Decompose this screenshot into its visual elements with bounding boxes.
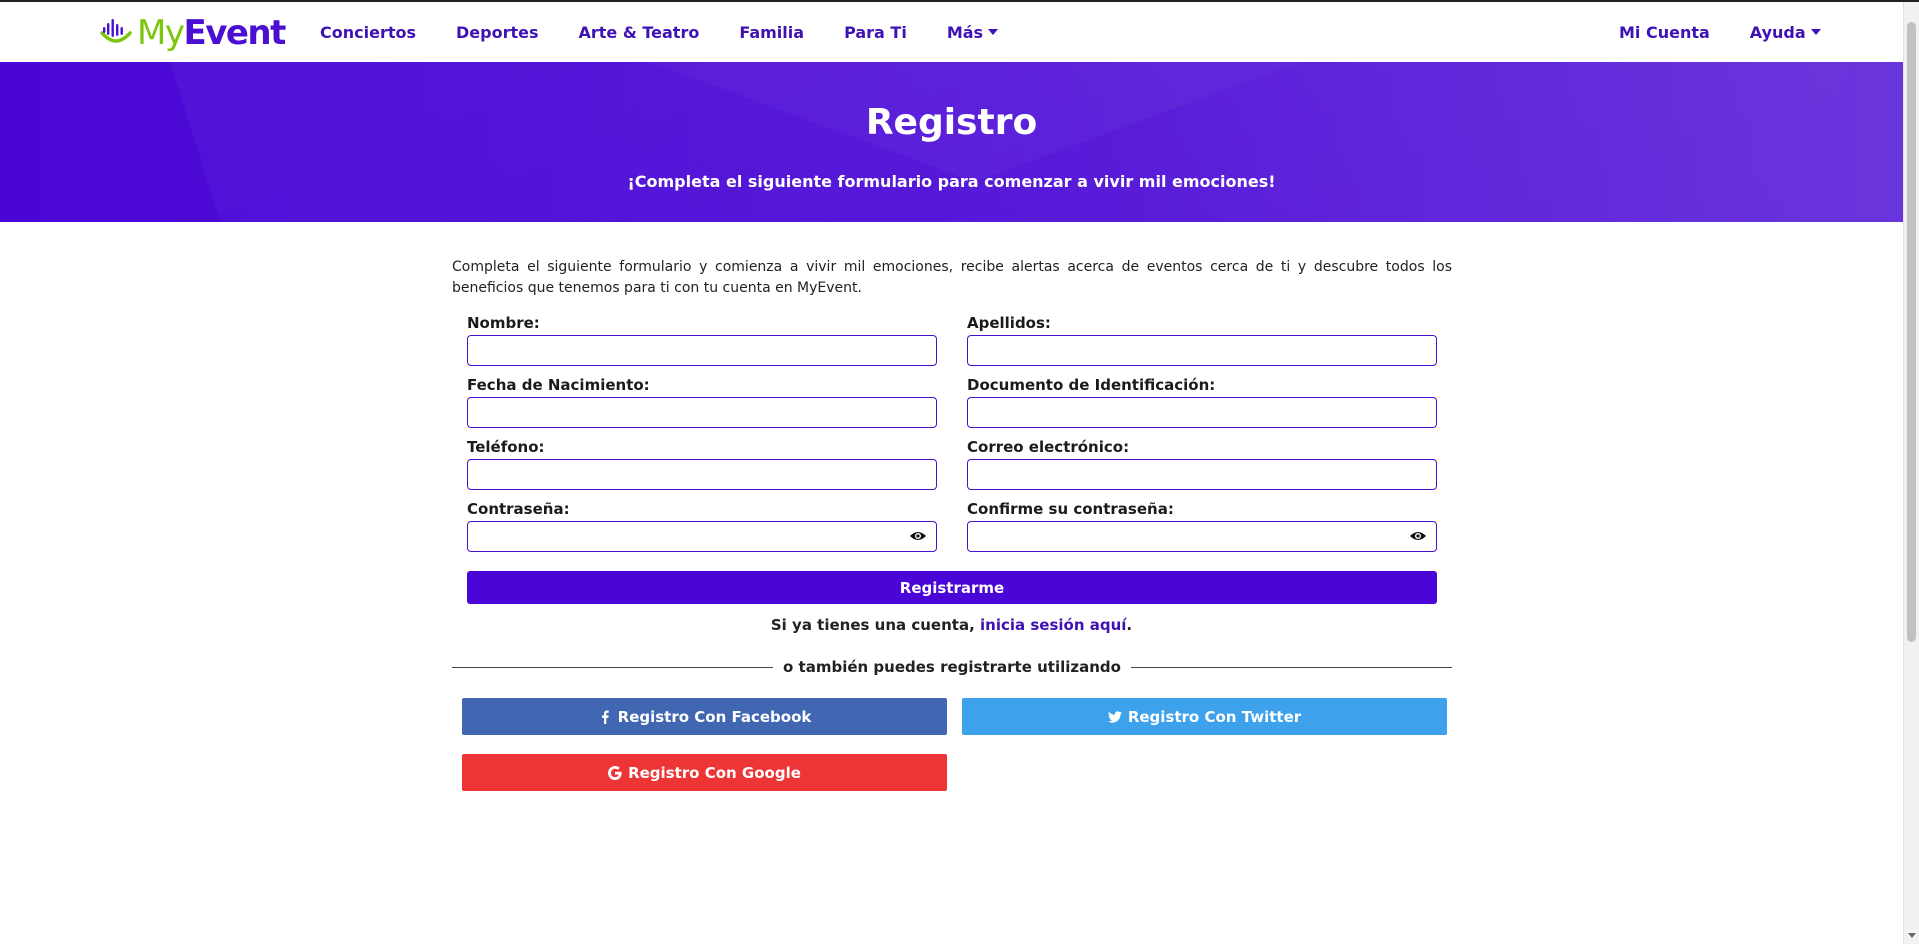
facebook-register-button[interactable]: Registro Con Facebook xyxy=(462,698,947,735)
eye-icon[interactable] xyxy=(909,529,927,543)
fecha-nacimiento-label: Fecha de Nacimiento: xyxy=(467,376,650,394)
login-prefix: Si ya tienes una cuenta, xyxy=(770,616,980,634)
hero-banner: Registro ¡Completa el siguiente formular… xyxy=(0,62,1903,222)
google-icon xyxy=(608,765,622,780)
page-scrollbar[interactable] xyxy=(1903,2,1919,944)
nombre-input[interactable] xyxy=(467,335,937,366)
correo-label: Correo electrónico: xyxy=(967,438,1130,456)
page-title: Registro xyxy=(865,102,1038,143)
twitter-register-button[interactable]: Registro Con Twitter xyxy=(962,698,1447,735)
nav-mi-cuenta[interactable]: Mi Cuenta xyxy=(1619,23,1710,42)
nav-mas-dropdown[interactable]: Más xyxy=(946,22,999,42)
caret-down-icon xyxy=(988,29,999,35)
twitter-register-label: Registro Con Twitter xyxy=(1127,707,1302,726)
google-register-label: Registro Con Google xyxy=(628,763,801,782)
correo-group: Correo electrónico: xyxy=(967,438,1437,490)
nav-familia[interactable]: Familia xyxy=(739,23,804,42)
intro-text: Completa el siguiente formulario y comie… xyxy=(452,259,1452,296)
telefono-label: Teléfono: xyxy=(467,438,545,456)
divider-line xyxy=(1130,666,1452,668)
twitter-icon xyxy=(1107,710,1122,723)
password-group: Contraseña: xyxy=(467,500,937,552)
nav-ayuda-dropdown[interactable]: Ayuda xyxy=(1750,23,1821,42)
apellidos-label: Apellidos: xyxy=(967,314,1051,332)
logo-wordmark: MyEvent xyxy=(137,13,286,53)
nombre-group: Nombre: xyxy=(467,314,937,366)
account-nav: Mi Cuenta Ayuda xyxy=(1619,2,1821,62)
nav-ayuda-label: Ayuda xyxy=(1749,22,1806,42)
nav-mas-label: Más xyxy=(946,22,984,42)
myevent-logo[interactable]: MyEvent xyxy=(99,13,286,53)
telefono-input[interactable] xyxy=(467,459,937,490)
page-subtitle: ¡Completa el siguiente formulario para c… xyxy=(627,172,1276,191)
login-link[interactable]: inicia sesión aquí xyxy=(980,616,1126,634)
eye-icon[interactable] xyxy=(1409,529,1427,543)
telefono-group: Teléfono: xyxy=(467,438,937,490)
login-prompt: Si ya tienes una cuenta, inicia sesión a… xyxy=(0,616,1903,634)
divider-line xyxy=(452,666,774,668)
documento-input[interactable] xyxy=(967,397,1437,428)
password-label: Contraseña: xyxy=(467,500,570,518)
scroll-down-arrow-icon[interactable] xyxy=(1908,933,1916,938)
nav-conciertos[interactable]: Conciertos xyxy=(320,23,416,42)
facebook-icon xyxy=(601,709,609,724)
nav-deportes[interactable]: Deportes xyxy=(456,23,539,42)
social-divider: o también puedes registrarte utilizando xyxy=(452,658,1452,676)
nav-arte-teatro[interactable]: Arte & Teatro xyxy=(579,23,700,42)
nav-para-ti[interactable]: Para Ti xyxy=(844,23,907,42)
facebook-register-label: Registro Con Facebook xyxy=(617,707,812,726)
soundwave-smile-icon xyxy=(100,19,132,43)
google-register-button[interactable]: Registro Con Google xyxy=(462,754,947,791)
correo-input[interactable] xyxy=(967,459,1437,490)
password-input[interactable] xyxy=(467,521,937,552)
confirm-password-group: Confirme su contraseña: xyxy=(967,500,1437,552)
fecha-nacimiento-input[interactable] xyxy=(467,397,937,428)
navbar: MyEvent Conciertos Deportes Arte & Teatr… xyxy=(0,2,1903,62)
main-nav: Conciertos Deportes Arte & Teatro Famili… xyxy=(320,2,1038,62)
register-button[interactable]: Registrarme xyxy=(467,571,1437,604)
scrollbar-thumb[interactable] xyxy=(1907,22,1916,642)
apellidos-input[interactable] xyxy=(967,335,1437,366)
documento-label: Documento de Identificación: xyxy=(967,376,1216,394)
caret-down-icon xyxy=(1810,29,1821,35)
divider-text: o también puedes registrarte utilizando xyxy=(783,658,1121,676)
login-suffix: . xyxy=(1126,616,1133,634)
confirm-password-input[interactable] xyxy=(967,521,1437,552)
nombre-label: Nombre: xyxy=(467,314,540,332)
apellidos-group: Apellidos: xyxy=(967,314,1437,366)
documento-group: Documento de Identificación: xyxy=(967,376,1437,428)
fecha-group: Fecha de Nacimiento: xyxy=(467,376,937,428)
confirm-password-label: Confirme su contraseña: xyxy=(967,500,1174,518)
